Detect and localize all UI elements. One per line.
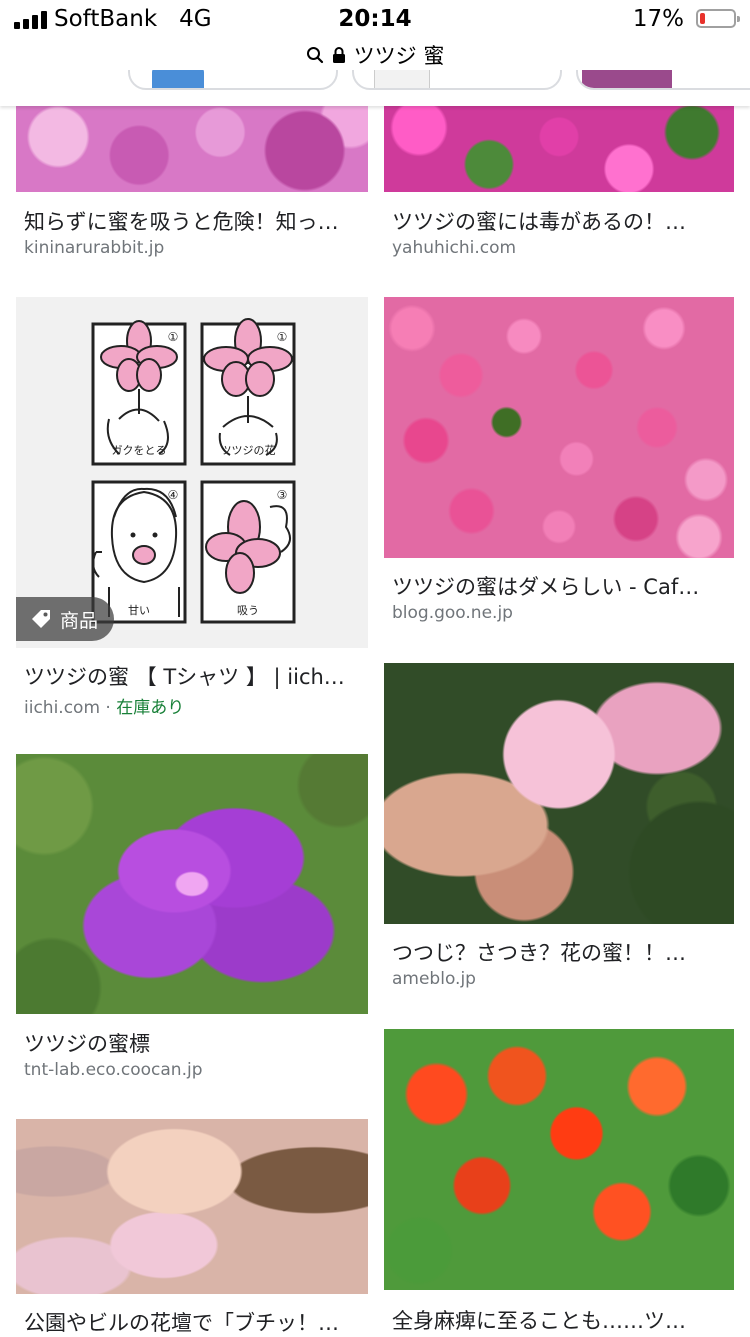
result-image[interactable] [16, 100, 368, 192]
product-badge: 商品 [16, 597, 115, 641]
result-image[interactable]: ガクをとる ① ツツジの花 ① 甘い ④ 吸う ③ [16, 297, 368, 648]
result-title[interactable]: ツツジの蜜標 [24, 1028, 364, 1058]
result-image[interactable] [384, 1029, 734, 1290]
result-card[interactable]: ガクをとる ① ツツジの花 ① 甘い ④ 吸う ③ 商品 ツツジの蜜 【 Tシャ… [16, 297, 368, 727]
result-card[interactable]: ツツジの蜜には毒があるの！… yahuhichi.com [384, 100, 736, 270]
panel-caption: ツツジの花 [221, 444, 276, 457]
panel-number: ① [168, 330, 179, 344]
address-bar-content: ツツジ 蜜 [306, 40, 445, 70]
lock-icon [332, 47, 345, 63]
result-source-line: iichi.com · 在庫あり [24, 693, 364, 718]
source-separator: · [100, 698, 117, 718]
result-card[interactable]: 全身麻痺に至ることも……ツ… [384, 1029, 736, 1334]
product-badge-label: 商品 [60, 609, 99, 632]
result-title[interactable]: ツツジの蜜には毒があるの！… [392, 206, 732, 236]
result-card[interactable]: ツツジの蜜標 tnt-lab.eco.coocan.jp [16, 754, 368, 1094]
search-icon [306, 47, 323, 64]
battery-level-fill [700, 13, 705, 24]
result-card[interactable]: ツツジの蜜はダメらしい - Caf… blog.goo.ne.jp [384, 297, 736, 637]
tshirt-illustration: ガクをとる ① ツツジの花 ① 甘い ④ 吸う ③ [91, 318, 296, 624]
panel-caption: 吸う [237, 604, 259, 617]
result-image[interactable] [16, 754, 368, 1014]
result-title[interactable]: 全身麻痺に至ることも……ツ… [392, 1305, 732, 1335]
result-title[interactable]: 公園やビルの花壇で「ブチッ！… [24, 1307, 364, 1337]
battery-percentage: 17% [632, 6, 684, 32]
in-stock-label: 在庫あり [116, 698, 185, 718]
related-search-chips [0, 66, 750, 106]
panel-number: ④ [168, 488, 179, 502]
tag-icon [32, 610, 50, 628]
result-card[interactable]: 公園やビルの花壇で「ブチッ！… [16, 1119, 368, 1337]
status-bar: SoftBank 4G 20:14 17% [0, 0, 750, 40]
address-bar[interactable]: ツツジ 蜜 [0, 40, 750, 70]
result-image[interactable] [384, 100, 734, 192]
panel-caption: 甘い [128, 604, 150, 617]
result-title[interactable]: ツツジの蜜 【 Tシャツ 】 | iich… [24, 661, 364, 691]
result-card[interactable]: 知らずに蜜を吸うと危険！知っ… kininarurabbit.jp [16, 100, 368, 270]
panel-number: ① [277, 330, 288, 344]
result-source: tnt-lab.eco.coocan.jp [24, 1060, 203, 1080]
result-title[interactable]: ツツジの蜜はダメらしい - Caf… [392, 571, 732, 601]
result-card[interactable]: つつじ？さつき？花の蜜！！… ameblo.jp [384, 663, 736, 1003]
address-bar-query: ツツジ 蜜 [353, 44, 445, 68]
result-source: blog.goo.ne.jp [392, 603, 513, 623]
result-image[interactable] [16, 1119, 368, 1294]
result-source: kininarurabbit.jp [24, 238, 165, 258]
panel-number: ③ [277, 488, 288, 502]
image-results-grid: 知らずに蜜を吸うと危険！知っ… kininarurabbit.jp ガクをとる … [0, 0, 750, 1337]
result-source: ameblo.jp [392, 969, 476, 989]
result-source: yahuhichi.com [392, 238, 517, 258]
result-image[interactable] [384, 663, 734, 924]
result-title[interactable]: 知らずに蜜を吸うと危険！知っ… [24, 206, 364, 236]
result-image[interactable] [384, 297, 734, 558]
result-source: iichi.com [24, 698, 101, 718]
result-title[interactable]: つつじ？さつき？花の蜜！！… [392, 937, 732, 967]
battery-icon [696, 9, 740, 28]
panel-caption: ガクをとる [112, 444, 167, 457]
